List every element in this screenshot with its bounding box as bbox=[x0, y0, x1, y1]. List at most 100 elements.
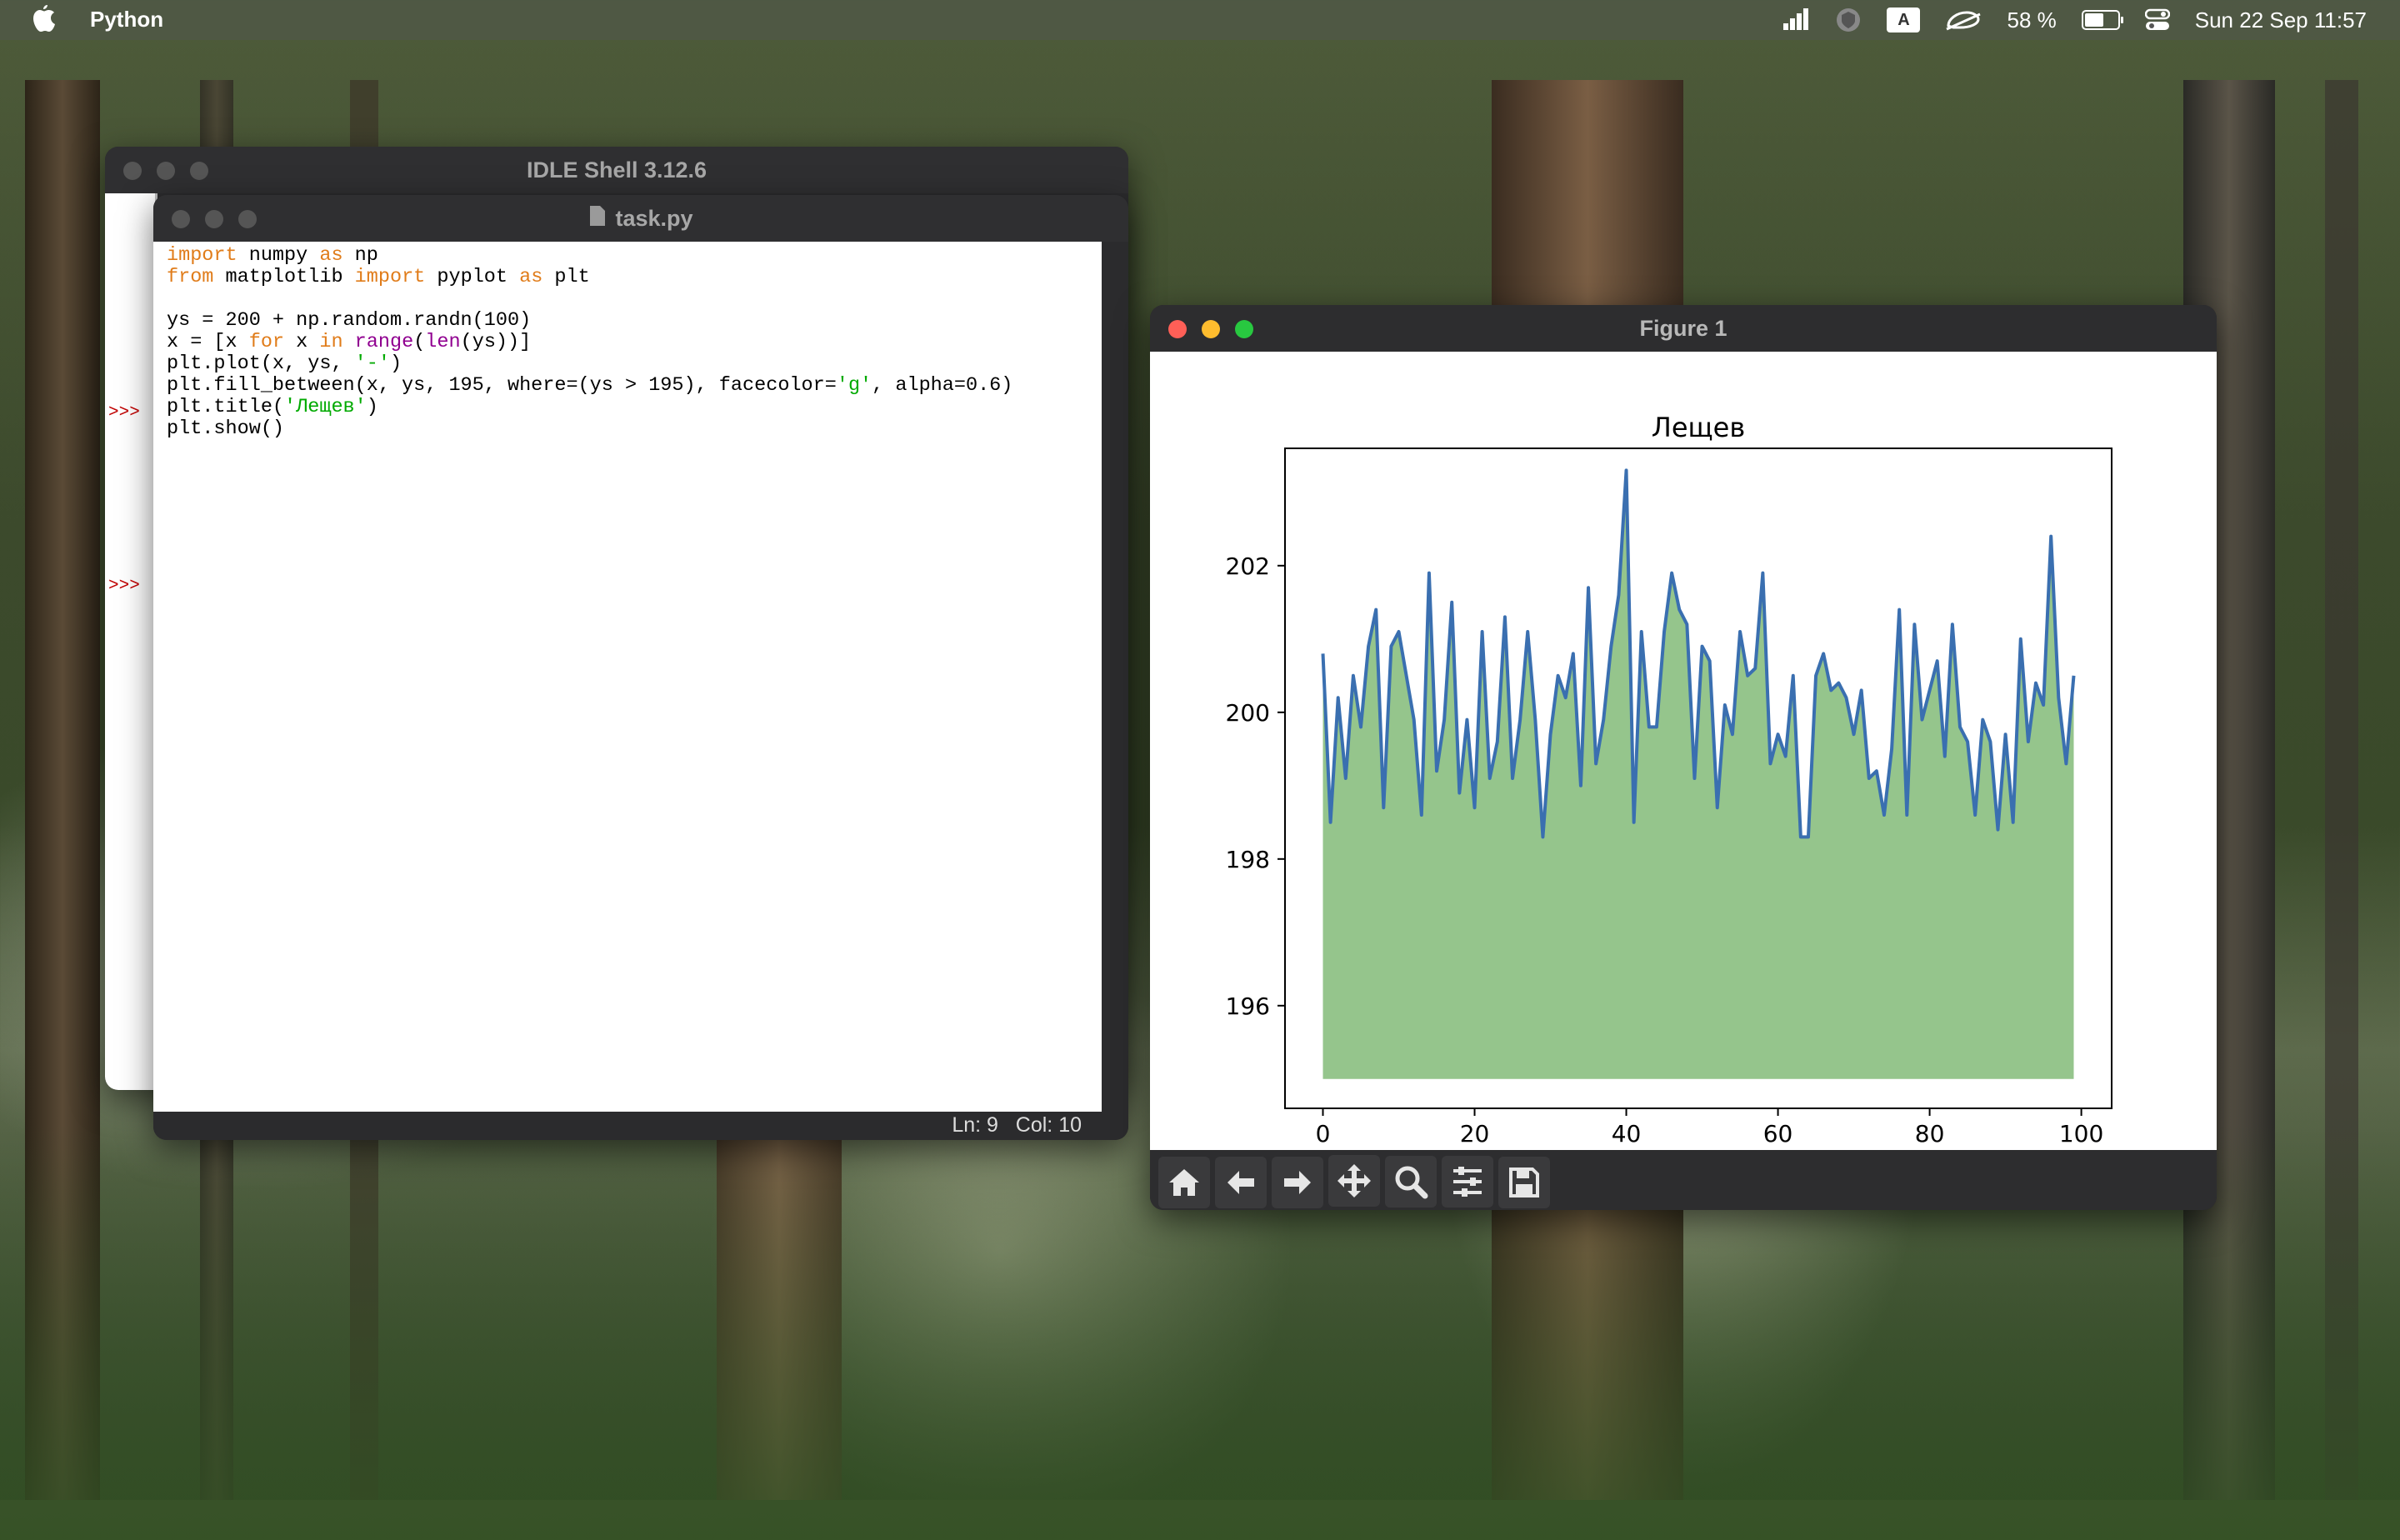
code-token: range bbox=[354, 331, 414, 353]
arrow-left-icon bbox=[1228, 1171, 1254, 1194]
battery-percentage[interactable]: 58 % bbox=[2007, 8, 2056, 33]
editor-title: task.py bbox=[615, 206, 693, 231]
code-line[interactable] bbox=[167, 288, 1012, 310]
y-tick-label: 202 bbox=[1226, 552, 1270, 580]
arrow-right-icon bbox=[1284, 1171, 1311, 1194]
code-token: plt.show() bbox=[167, 418, 285, 440]
code-text[interactable]: import numpy as np from matplotlib import… bbox=[167, 245, 1012, 440]
code-line[interactable]: ys = 200 + np.random.randn(100) bbox=[167, 310, 1012, 332]
close-button[interactable] bbox=[1168, 320, 1187, 338]
code-token: plt.fill_between(x, ys, 195, where=(ys >… bbox=[167, 374, 837, 397]
code-token: ) bbox=[389, 352, 402, 375]
close-button[interactable] bbox=[172, 210, 190, 228]
code-line[interactable]: from matplotlib import pyplot as plt bbox=[167, 267, 1012, 288]
editor-titlebar[interactable]: task.py bbox=[153, 195, 1128, 242]
code-line[interactable]: plt.plot(x, ys, '-') bbox=[167, 353, 1012, 375]
minimize-button[interactable] bbox=[157, 162, 175, 180]
code-token: 'g' bbox=[836, 374, 872, 397]
code-token: from bbox=[167, 266, 214, 288]
idle-shell-titlebar[interactable]: IDLE Shell 3.12.6 bbox=[105, 147, 1128, 193]
shell-text-area[interactable]: >>> >>> bbox=[105, 193, 158, 1090]
sliders-icon bbox=[1453, 1167, 1482, 1197]
zoom-window-button[interactable] bbox=[1235, 320, 1253, 338]
zoom-button[interactable] bbox=[1385, 1156, 1437, 1208]
home-button[interactable] bbox=[1158, 1157, 1210, 1208]
magnifier-icon bbox=[1395, 1166, 1428, 1199]
configure-subplots-button[interactable] bbox=[1442, 1156, 1493, 1208]
code-token: import bbox=[167, 244, 238, 267]
idle-shell-title: IDLE Shell 3.12.6 bbox=[526, 158, 708, 182]
clock[interactable]: Sun 22 Sep 11:57 bbox=[2195, 8, 2367, 33]
code-token: x = [x bbox=[167, 331, 249, 353]
code-token: import bbox=[354, 266, 426, 288]
x-tick-label: 40 bbox=[1612, 1120, 1642, 1148]
code-token: matplotlib bbox=[213, 266, 355, 288]
x-tick-label: 0 bbox=[1316, 1120, 1331, 1148]
code-token: , alpha=0.6) bbox=[872, 374, 1013, 397]
fill-area bbox=[1322, 470, 2074, 1079]
battery-icon[interactable] bbox=[2081, 10, 2123, 30]
navigation-toolbar bbox=[1150, 1150, 2217, 1210]
code-token: ) bbox=[366, 396, 378, 418]
code-token: ys = 200 + np.random.randn(100) bbox=[167, 309, 532, 332]
code-line[interactable]: plt.title('Лещев') bbox=[167, 397, 1012, 418]
vpn-shield-icon[interactable] bbox=[1835, 7, 1862, 33]
code-token: as bbox=[319, 244, 343, 267]
chart-title: Лещев bbox=[1652, 412, 1745, 443]
input-source-indicator[interactable]: A bbox=[1887, 8, 1921, 32]
apple-menu-icon[interactable] bbox=[30, 5, 57, 41]
vertical-scrollbar[interactable] bbox=[1102, 242, 1128, 1112]
code-token: 'Лещев' bbox=[284, 396, 367, 418]
home-icon bbox=[1169, 1169, 1199, 1196]
code-line[interactable]: x = [x for x in range(len(ys))] bbox=[167, 332, 1012, 353]
code-token: (ys))] bbox=[460, 331, 532, 353]
code-token: as bbox=[519, 266, 543, 288]
code-line[interactable]: plt.show() bbox=[167, 418, 1012, 440]
floppy-disk-icon bbox=[1509, 1168, 1539, 1198]
code-token: for bbox=[248, 331, 285, 353]
code-token: len bbox=[425, 331, 461, 353]
x-tick-label: 80 bbox=[1915, 1120, 1945, 1148]
pan-button[interactable] bbox=[1328, 1155, 1380, 1207]
back-button[interactable] bbox=[1215, 1157, 1267, 1208]
minimize-button[interactable] bbox=[205, 210, 223, 228]
y-tick-label: 196 bbox=[1226, 992, 1270, 1020]
signal-strength-icon[interactable] bbox=[1782, 8, 1810, 32]
figure-titlebar[interactable]: Figure 1 bbox=[1150, 305, 2217, 352]
move-icon bbox=[1338, 1164, 1371, 1198]
x-tick-label: 20 bbox=[1460, 1120, 1490, 1148]
cursor-position: Ln: 9 Col: 10 bbox=[952, 1113, 1082, 1137]
figure-title: Figure 1 bbox=[1639, 316, 1728, 341]
code-line[interactable]: plt.fill_between(x, ys, 195, where=(ys >… bbox=[167, 375, 1012, 397]
y-tick-label: 198 bbox=[1226, 846, 1270, 873]
forward-button[interactable] bbox=[1272, 1157, 1323, 1208]
app-name[interactable]: Python bbox=[90, 7, 163, 32]
editor-window[interactable]: task.py import numpy as np from matplotli… bbox=[153, 195, 1128, 1140]
code-token: plt.plot(x, ys, bbox=[167, 352, 355, 375]
control-center-icon[interactable] bbox=[2144, 8, 2170, 32]
code-token: x bbox=[284, 331, 320, 353]
code-line[interactable]: import numpy as np bbox=[167, 245, 1012, 267]
code-token: np bbox=[342, 244, 378, 267]
code-editor[interactable]: import numpy as np from matplotlib import… bbox=[153, 242, 1102, 1112]
x-tick-label: 60 bbox=[1763, 1120, 1793, 1148]
cloud-sync-icon[interactable] bbox=[1945, 8, 1982, 32]
code-token: '-' bbox=[354, 352, 390, 375]
document-icon bbox=[588, 197, 607, 243]
zoom-window-button[interactable] bbox=[238, 210, 257, 228]
save-button[interactable] bbox=[1498, 1157, 1550, 1208]
shell-prompt: >>> bbox=[108, 577, 140, 596]
minimize-button[interactable] bbox=[1202, 320, 1220, 338]
code-token: plt bbox=[542, 266, 590, 288]
code-token: pyplot bbox=[425, 266, 520, 288]
battery-level bbox=[2084, 13, 2103, 27]
zoom-window-button[interactable] bbox=[190, 162, 208, 180]
figure-window[interactable]: Figure 1 0 20 40 60 80 100 196 198 200 202 Лещев bbox=[1150, 305, 2217, 1210]
plot-area[interactable]: 0 20 40 60 80 100 196 198 200 202 Лещев bbox=[1150, 352, 2217, 1150]
menu-bar: Python A 58 % Sun 22 Sep 11:57 bbox=[0, 0, 2400, 40]
figure-canvas[interactable]: 0 20 40 60 80 100 196 198 200 202 Лещев bbox=[1150, 352, 2217, 1150]
code-token: in bbox=[319, 331, 343, 353]
status-bar: Ln: 9 Col: 10 bbox=[153, 1112, 1128, 1140]
close-button[interactable] bbox=[123, 162, 142, 180]
